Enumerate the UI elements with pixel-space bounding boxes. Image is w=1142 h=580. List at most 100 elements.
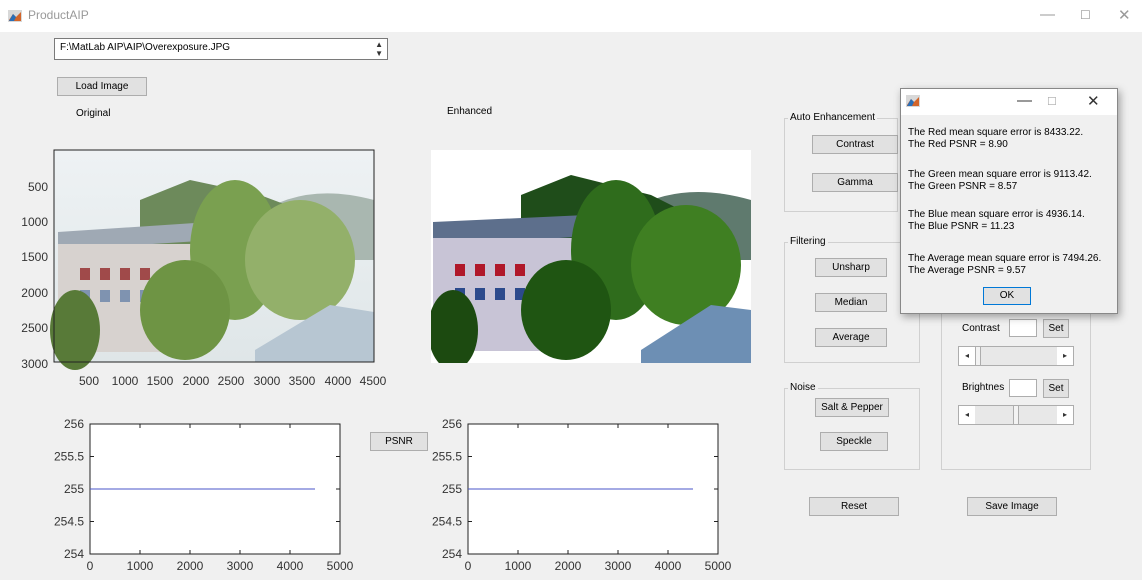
original-label: Original	[76, 108, 111, 119]
matlab-icon	[906, 95, 920, 107]
chevron-left-icon[interactable]: ◂	[959, 406, 975, 424]
x-tick-label: 2000	[177, 559, 204, 573]
auto-enhancement-title: Auto Enhancement	[788, 112, 878, 123]
chevron-right-icon[interactable]: ▸	[1057, 347, 1073, 365]
x-tick-label: 0	[87, 559, 94, 573]
enhanced-image	[431, 150, 751, 363]
median-button[interactable]: Median	[815, 293, 887, 312]
noise-title: Noise	[788, 382, 818, 393]
dialog-title-bar	[901, 89, 1117, 115]
message-line: The Green mean square error is 9113.42.	[908, 169, 1092, 180]
load-image-button[interactable]: Load Image	[57, 77, 147, 96]
chevron-up-icon[interactable]: ▲	[375, 40, 383, 49]
set-brightness-button[interactable]: Set	[1043, 379, 1069, 398]
speckle-button[interactable]: Speckle	[820, 432, 888, 451]
y-tick-label: 255.5	[54, 450, 84, 464]
x-tick-label: 2000	[555, 559, 582, 573]
x-tick-label: 3000	[227, 559, 254, 573]
brightness-input[interactable]	[1009, 379, 1037, 397]
maximize-button[interactable]: ☐	[1080, 8, 1091, 22]
filtering-title: Filtering	[788, 236, 828, 247]
x-tick-label: 5000	[327, 559, 354, 573]
x-tick-label: 1500	[147, 374, 174, 388]
green-error-message: The Green mean square error is 9113.42. …	[908, 169, 1092, 193]
file-path-text: F:\MatLab AIP\AIP\Overexposure.JPG	[60, 42, 231, 53]
y-tick-label: 254.5	[54, 515, 84, 529]
y-tick-label: 254	[64, 547, 84, 561]
brightness-slider-thumb[interactable]	[1013, 406, 1019, 424]
y-tick-label: 1000	[21, 215, 48, 229]
path-spinner[interactable]: ▲ ▼	[375, 40, 383, 58]
dialog-minimize-button[interactable]: —	[1017, 92, 1032, 109]
window-title: ProductAIP	[28, 8, 89, 22]
message-line: The Average PSNR = 9.57	[908, 265, 1026, 276]
x-tick-label: 4000	[655, 559, 682, 573]
y-tick-label: 2500	[21, 321, 48, 335]
matlab-icon	[8, 10, 22, 22]
auto-enhancement-panel: Auto Enhancement	[784, 112, 898, 212]
y-tick-label: 1500	[21, 250, 48, 264]
close-button[interactable]: ✕	[1118, 6, 1131, 24]
original-image-axes: 500 1000 1500 2000 2500 3000 500 1000 15…	[21, 149, 387, 388]
y-tick-label: 255	[442, 482, 462, 496]
contrast-input[interactable]	[1009, 319, 1037, 337]
y-tick-label: 254.5	[432, 515, 462, 529]
x-tick-label: 3500	[289, 374, 316, 388]
original-image	[50, 150, 374, 370]
salt-pepper-button[interactable]: Salt & Pepper	[815, 398, 889, 417]
y-tick-label: 500	[28, 180, 48, 194]
title-bar	[0, 0, 1142, 32]
chevron-left-icon[interactable]: ◂	[959, 347, 975, 365]
minimize-button[interactable]: —	[1040, 6, 1055, 23]
x-tick-label: 500	[79, 374, 99, 388]
enhanced-label: Enhanced	[447, 106, 493, 117]
contrast-label: Contrast	[962, 323, 1000, 334]
reset-button[interactable]: Reset	[809, 497, 899, 516]
ok-button[interactable]: OK	[983, 287, 1031, 305]
y-tick-label: 255.5	[432, 450, 462, 464]
chevron-down-icon[interactable]: ▼	[375, 49, 383, 58]
x-tick-label: 2500	[218, 374, 245, 388]
message-line: The Red PSNR = 8.90	[908, 139, 1008, 150]
contrast-slider[interactable]: ◂ ▸	[958, 346, 1074, 366]
brightness-label: Brightnes	[962, 382, 1005, 393]
x-tick-label: 3000	[254, 374, 281, 388]
contrast-slider-thumb[interactable]	[975, 347, 981, 365]
x-tick-label: 1000	[112, 374, 139, 388]
message-line: The Green PSNR = 8.57	[908, 181, 1018, 192]
x-tick-label: 4000	[277, 559, 304, 573]
x-tick-label: 2000	[183, 374, 210, 388]
y-tick-label: 2000	[21, 286, 48, 300]
psnr-message-dialog: — ☐ ✕ The Red mean square error is 8433.…	[900, 88, 1118, 314]
dialog-close-button[interactable]: ✕	[1087, 92, 1100, 110]
y-tick-label: 256	[64, 417, 84, 431]
chevron-right-icon[interactable]: ▸	[1057, 406, 1073, 424]
x-tick-label: 3000	[605, 559, 632, 573]
message-line: The Average mean square error is 7494.26…	[908, 253, 1102, 264]
x-tick-label: 1000	[127, 559, 154, 573]
x-tick-label: 4000	[325, 374, 352, 388]
y-tick-label: 256	[442, 417, 462, 431]
brightness-slider[interactable]: ◂ ▸	[958, 405, 1074, 425]
save-image-button[interactable]: Save Image	[967, 497, 1057, 516]
message-line: The Blue PSNR = 11.23	[908, 221, 1015, 232]
dialog-maximize-button[interactable]: ☐	[1047, 95, 1057, 108]
blue-error-message: The Blue mean square error is 4936.14. T…	[908, 209, 1085, 233]
message-line: The Red mean square error is 8433.22.	[908, 127, 1084, 138]
contrast-button[interactable]: Contrast	[812, 135, 898, 154]
x-tick-label: 0	[465, 559, 472, 573]
unsharp-button[interactable]: Unsharp	[815, 258, 887, 277]
line-chart-right: 0 1000 2000 3000 4000 5000 254 254.5 255 255.5 256	[432, 417, 732, 573]
x-tick-label: 5000	[705, 559, 732, 573]
y-tick-label: 3000	[21, 357, 48, 371]
file-path-field[interactable]: F:\MatLab AIP\AIP\Overexposure.JPG ▲ ▼	[54, 38, 388, 60]
set-contrast-button[interactable]: Set	[1043, 319, 1069, 338]
line-chart-left: 0 1000 2000 3000 4000 5000 254 254.5 255 255.5 256	[54, 417, 354, 573]
average-error-message: The Average mean square error is 7494.26…	[908, 253, 1101, 277]
average-button[interactable]: Average	[815, 328, 887, 347]
y-tick-label: 254	[442, 547, 462, 561]
red-error-message: The Red mean square error is 8433.22. Th…	[908, 127, 1083, 151]
x-tick-label: 4500	[360, 374, 387, 388]
y-tick-label: 255	[64, 482, 84, 496]
gamma-button[interactable]: Gamma	[812, 173, 898, 192]
